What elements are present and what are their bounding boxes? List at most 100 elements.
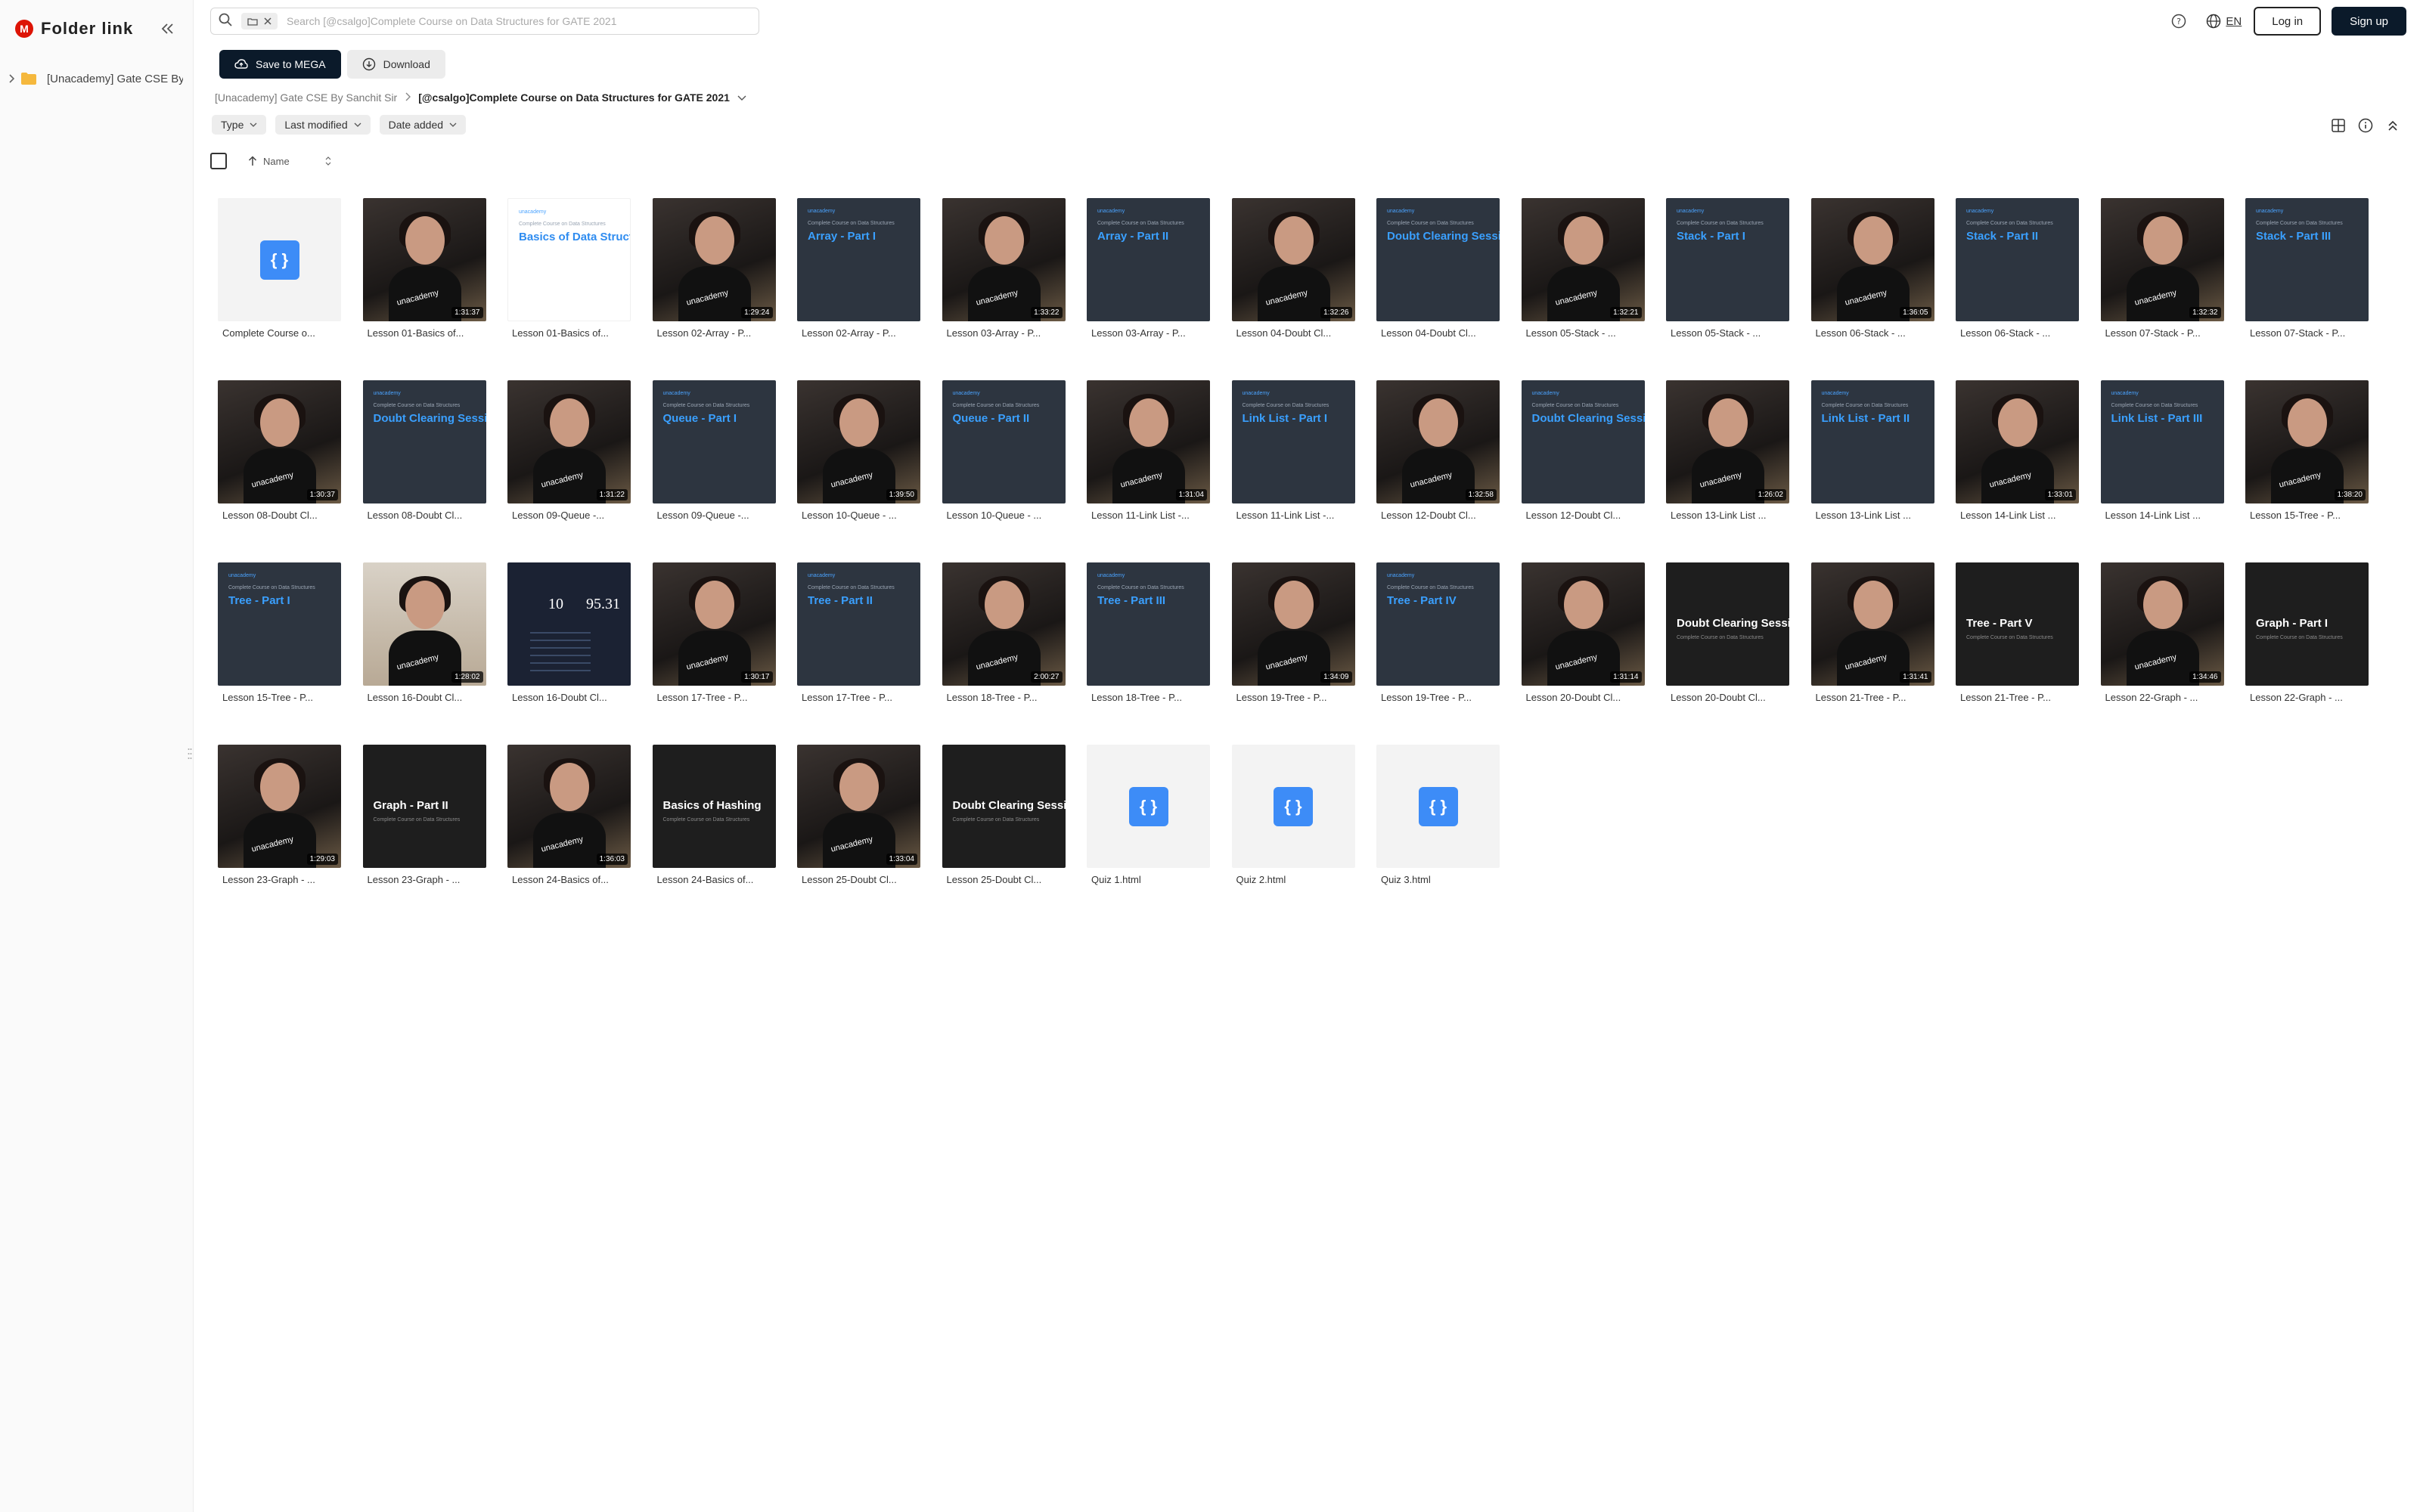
file-tile[interactable]: { } Complete Course o...	[218, 198, 341, 339]
file-tile[interactable]: unacademy 1:31:04 Lesson 11-Link List -...	[1087, 380, 1210, 521]
grid-view-icon[interactable]	[2326, 113, 2350, 138]
file-tile[interactable]: Doubt Clearing Session Complete Course on…	[1666, 562, 1789, 703]
close-icon[interactable]	[264, 17, 271, 25]
sort-by-name[interactable]: Name	[248, 156, 331, 167]
file-tile[interactable]: unacademy 1:28:02 Lesson 16-Doubt Cl...	[362, 562, 486, 703]
slide-subtitle: Complete Course on Data Structures	[1387, 221, 1474, 226]
search-bar[interactable]	[210, 8, 759, 35]
file-tile[interactable]: unacademy Complete Course on Data Structu…	[2100, 380, 2224, 521]
file-tile[interactable]: unacademy Complete Course on Data Structu…	[1810, 380, 1934, 521]
file-tile[interactable]: unacademy 1:26:02 Lesson 13-Link List ...	[1666, 380, 1789, 521]
info-icon[interactable]	[2353, 113, 2378, 138]
file-tile[interactable]: unacademy Complete Course on Data Structu…	[1087, 198, 1210, 339]
file-tile[interactable]: unacademy 1:31:22 Lesson 09-Queue -...	[507, 380, 631, 521]
file-tile[interactable]: unacademy 1:33:04 Lesson 25-Doubt Cl...	[797, 745, 920, 885]
file-tile[interactable]: Graph - Part II Complete Course on Data S…	[362, 745, 486, 885]
filter-last-modified[interactable]: Last modified	[275, 115, 371, 135]
file-tile[interactable]: unacademy Complete Course on Data Structu…	[942, 380, 1066, 521]
breadcrumb-parent[interactable]: [Unacademy] Gate CSE By Sanchit Sir	[215, 91, 397, 104]
video-thumbnail: unacademy 1:31:37	[362, 198, 486, 321]
breadcrumb-current[interactable]: [@csalgo]Complete Course on Data Structu…	[418, 91, 730, 104]
select-all-checkbox[interactable]	[210, 153, 227, 169]
slide-thumbnail: Doubt Clearing Session Complete Course on…	[1666, 562, 1789, 686]
file-tile[interactable]: unacademy 1:30:17 Lesson 17-Tree - P...	[652, 562, 776, 703]
video-thumbnail: unacademy 1:26:02	[1666, 380, 1789, 503]
file-tile[interactable]: unacademy Complete Course on Data Structu…	[797, 198, 920, 339]
file-grid: { } Complete Course o... unacademy 1:31:37 L…	[218, 198, 2396, 885]
video-duration: 1:30:17	[741, 671, 773, 683]
file-name: Lesson 11-Link List -...	[1091, 510, 1190, 521]
file-tile[interactable]: unacademy Complete Course on Data Structu…	[1231, 380, 1355, 521]
file-tile[interactable]: unacademy 1:30:37 Lesson 08-Doubt Cl...	[218, 380, 341, 521]
chevron-down-icon[interactable]	[737, 91, 746, 104]
sidebar-resize-handle[interactable]	[188, 747, 192, 761]
search-input[interactable]	[287, 15, 751, 27]
help-icon[interactable]: ?	[2167, 9, 2191, 33]
file-tile[interactable]: Graph - Part I Complete Course on Data St…	[2245, 562, 2369, 703]
file-name: Lesson 08-Doubt Cl...	[367, 510, 463, 521]
brand[interactable]: M Folder link	[15, 18, 133, 39]
filter-type[interactable]: Type	[212, 115, 267, 135]
file-tile[interactable]: unacademy 1:36:03 Lesson 24-Basics of...	[507, 745, 631, 885]
file-tile[interactable]: Doubt Clearing Session Complete Course on…	[942, 745, 1066, 885]
file-tile[interactable]: 10 95.31 Lesson 16-Doubt Cl...	[507, 562, 631, 703]
file-tile[interactable]: unacademy 1:31:37 Lesson 01-Basics of...	[362, 198, 486, 339]
collapse-up-icon[interactable]	[2381, 113, 2405, 138]
slide-brand: unacademy	[1097, 209, 1125, 214]
file-tile[interactable]: unacademy 1:32:58 Lesson 12-Doubt Cl...	[1376, 380, 1500, 521]
file-tile[interactable]: unacademy Complete Course on Data Structu…	[797, 562, 920, 703]
file-tile[interactable]: unacademy Complete Course on Data Structu…	[218, 562, 341, 703]
file-tile[interactable]: { } Quiz 2.html	[1231, 745, 1355, 885]
file-tile[interactable]: unacademy Complete Course on Data Structu…	[652, 380, 776, 521]
filter-date-added[interactable]: Date added	[379, 115, 467, 135]
file-tile[interactable]: unacademy 1:31:14 Lesson 20-Doubt Cl...	[1521, 562, 1645, 703]
file-tile[interactable]: unacademy 1:34:46 Lesson 22-Graph - ...	[2100, 562, 2224, 703]
save-to-mega-button[interactable]: Save to MEGA	[219, 50, 341, 79]
folder-scope-chip[interactable]	[241, 13, 278, 29]
file-tile[interactable]: unacademy Complete Course on Data Structu…	[1376, 198, 1500, 339]
file-name: Lesson 13-Link List ...	[1815, 510, 1911, 521]
file-tile[interactable]: unacademy Complete Course on Data Structu…	[1087, 562, 1210, 703]
language-selector[interactable]: EN	[2206, 14, 2242, 29]
file-tile[interactable]: unacademy Complete Course on Data Structu…	[1521, 380, 1645, 521]
file-tile[interactable]: unacademy 2:00:27 Lesson 18-Tree - P...	[942, 562, 1066, 703]
file-name: Lesson 21-Tree - P...	[1960, 692, 2051, 703]
file-tile[interactable]: unacademy 1:36:05 Lesson 06-Stack - ...	[1810, 198, 1934, 339]
file-tile[interactable]: unacademy 1:32:21 Lesson 05-Stack - ...	[1521, 198, 1645, 339]
download-button[interactable]: Download	[346, 50, 445, 79]
file-tile[interactable]: unacademy 1:31:41 Lesson 21-Tree - P...	[1810, 562, 1934, 703]
file-tile[interactable]: Basics of Hashing Complete Course on Data…	[652, 745, 776, 885]
file-tile[interactable]: unacademy 1:29:24 Lesson 02-Array - P...	[652, 198, 776, 339]
video-thumbnail: unacademy 1:31:14	[1521, 562, 1645, 686]
file-tile[interactable]: unacademy 1:32:32 Lesson 07-Stack - P...	[2100, 198, 2224, 339]
file-tile[interactable]: unacademy 1:32:26 Lesson 04-Doubt Cl...	[1231, 198, 1355, 339]
file-tile[interactable]: unacademy Complete Course on Data Structu…	[507, 198, 631, 339]
file-tile[interactable]: unacademy 1:33:22 Lesson 03-Array - P...	[942, 198, 1066, 339]
slide-title: Doubt Clearing Session	[1531, 412, 1645, 425]
video-thumbnail: unacademy 1:29:24	[652, 198, 776, 321]
file-tile[interactable]: Tree - Part V Complete Course on Data Str…	[1956, 562, 2079, 703]
signup-button[interactable]: Sign up	[2332, 7, 2406, 36]
file-tile[interactable]: { } Quiz 1.html	[1087, 745, 1210, 885]
file-tile[interactable]: unacademy Complete Course on Data Structu…	[1666, 198, 1789, 339]
speedtest-details	[530, 626, 591, 671]
file-tile[interactable]: unacademy 1:38:20 Lesson 15-Tree - P...	[2245, 380, 2369, 521]
collapse-sidebar-button[interactable]	[157, 18, 178, 39]
login-button[interactable]: Log in	[2254, 7, 2322, 36]
chevron-right-icon[interactable]	[6, 74, 17, 83]
file-tile[interactable]: unacademy 1:29:03 Lesson 23-Graph - ...	[218, 745, 341, 885]
file-tile[interactable]: unacademy 1:34:09 Lesson 19-Tree - P...	[1231, 562, 1355, 703]
file-tile[interactable]: unacademy 1:33:01 Lesson 14-Link List ...	[1956, 380, 2079, 521]
file-tile[interactable]: unacademy 1:39:50 Lesson 10-Queue - ...	[797, 380, 920, 521]
file-tile[interactable]: unacademy Complete Course on Data Structu…	[1956, 198, 2079, 339]
file-name: Lesson 03-Array - P...	[946, 327, 1041, 339]
file-tile[interactable]: unacademy Complete Course on Data Structu…	[1376, 562, 1500, 703]
slide-thumbnail: unacademy Complete Course on Data Structu…	[797, 562, 920, 686]
slide-subtitle: Complete Course on Data Structures	[808, 585, 895, 590]
file-tile[interactable]: { } Quiz 3.html	[1376, 745, 1500, 885]
file-tile[interactable]: unacademy Complete Course on Data Structu…	[362, 380, 486, 521]
video-thumbnail: unacademy 1:31:41	[1810, 562, 1934, 686]
download-value: 95.31	[586, 596, 620, 612]
sidebar-item-folder[interactable]: [Unacademy] Gate CSE By Sanchit Sir	[6, 68, 188, 89]
file-tile[interactable]: unacademy Complete Course on Data Structu…	[2245, 198, 2369, 339]
